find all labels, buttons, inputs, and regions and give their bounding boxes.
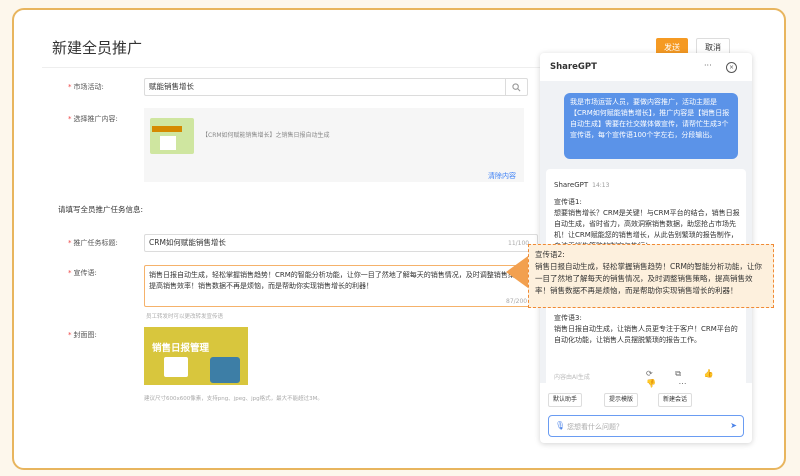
- slogan-hint: 员工转发时可以更改转发宣传语: [146, 314, 224, 320]
- panel-title: ShareGPT: [550, 62, 597, 72]
- content-thumbnail: [150, 118, 194, 154]
- new-session-chip[interactable]: 新建会话: [658, 393, 693, 407]
- task-title-field[interactable]: CRM如何赋能销售增长: [144, 234, 538, 252]
- more-icon[interactable]: ···: [704, 61, 712, 70]
- page-title: 新建全员推广: [52, 39, 143, 57]
- section-title: 请填写全员推广任务信息:: [58, 205, 144, 214]
- close-icon[interactable]: ×: [726, 62, 737, 73]
- ai-name: ShareGPT 14:13: [554, 181, 610, 189]
- prompt-template-chip[interactable]: 提示模版: [604, 393, 639, 407]
- task-title-label: * 推广任务标题:: [68, 239, 118, 247]
- slogan-counter: 87/200: [506, 298, 528, 305]
- chart-icon: [164, 357, 188, 377]
- mic-icon[interactable]: 🎙: [555, 421, 565, 430]
- task-title-value: CRM如何赋能销售增长: [149, 238, 226, 247]
- cover-image[interactable]: 销售日报管理: [144, 327, 248, 385]
- cover-text: 销售日报管理: [152, 343, 210, 354]
- people-illustration: [210, 357, 240, 383]
- ai-footer: 内容由AI生成: [554, 374, 590, 381]
- search-icon[interactable]: [505, 79, 527, 95]
- send-icon[interactable]: ➤: [730, 421, 737, 430]
- market-field[interactable]: 赋能销售增长: [144, 78, 528, 96]
- ai-text-3: 宣传语3: 销售日报自动生成，让销售人员更专注于客户！CRM平台的自动化功能，让…: [554, 314, 738, 344]
- cover-label: * 封面图:: [68, 331, 97, 339]
- content-item[interactable]: 【CRM如何赋能销售增长】之销售日报自动生成: [144, 108, 524, 182]
- slogan-textarea[interactable]: 销售日报自动生成，轻松掌握销售趋势！CRM的智能分析功能，让你一目了然地了解每天…: [144, 265, 538, 307]
- task-title-counter: 11/100: [508, 240, 530, 247]
- clear-content-link[interactable]: 清除内容: [488, 171, 516, 181]
- market-label: * 市场活动:: [68, 83, 104, 91]
- ask-placeholder: 您想看什么问题？: [567, 423, 623, 431]
- highlighted-slogan: 宣传语2: 销售日报自动生成，轻松掌握销售趋势！CRM的智能分析功能，让你一目了…: [528, 244, 774, 308]
- user-message: 我是市场运营人员，要做内容推广，活动主题是【CRM如何赋能销售增长】，推广内容是…: [564, 93, 738, 159]
- cover-hint: 建议尺寸600x600像素，支持png、jpeg、jpg格式，最大不能超过3M。: [144, 396, 323, 402]
- ai-action-icons[interactable]: ⟳ ⧉ 👍 👎 ⋯: [646, 369, 746, 388]
- content-item-title: 【CRM如何赋能销售增长】之销售日报自动生成: [202, 132, 330, 139]
- ask-input[interactable]: 🎙 您想看什么问题？ ➤: [548, 415, 744, 437]
- slogan-label: * 宣传语:: [68, 269, 97, 277]
- chat-area: 我是市场运营人员，要做内容推广，活动主题是【CRM如何赋能销售增长】，推广内容是…: [540, 81, 752, 388]
- pointer-arrow: [506, 256, 528, 288]
- panel-header: ShareGPT ··· ×: [540, 53, 752, 81]
- market-value: 赋能销售增长: [149, 82, 194, 91]
- ai-time: 14:13: [592, 182, 610, 189]
- content-label: * 选择推广内容:: [68, 115, 118, 123]
- default-assistant-chip[interactable]: 默认助手: [548, 393, 583, 407]
